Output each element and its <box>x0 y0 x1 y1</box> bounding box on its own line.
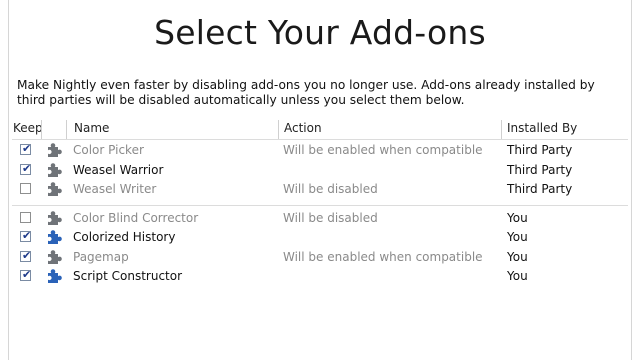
description-text: Make Nightly even faster by disabling ad… <box>17 78 595 107</box>
puzzle-icon <box>46 162 62 178</box>
keep-checkbox[interactable] <box>20 211 31 223</box>
addon-row[interactable]: ✔ Script Constructor You <box>0 267 640 286</box>
puzzle-icon <box>46 181 62 197</box>
column-header-installed-by[interactable]: Installed By <box>507 121 577 138</box>
addon-row[interactable]: Color Blind Corrector Will be disabled You <box>0 209 640 228</box>
addon-name: Color Picker <box>73 143 144 157</box>
addon-installed-by: You <box>507 269 528 283</box>
keep-checkbox[interactable]: ✔ <box>20 248 32 262</box>
checkmark-icon: ✔ <box>22 142 32 155</box>
checkmark-icon: ✔ <box>22 268 32 281</box>
addon-installed-by: Third Party <box>507 143 573 157</box>
keep-checkbox[interactable]: ✔ <box>20 229 32 242</box>
header-divider <box>12 139 628 140</box>
group-divider <box>12 204 628 206</box>
column-divider <box>501 120 502 139</box>
page-title: Select Your Add-ons <box>154 13 486 52</box>
addon-installed-by: Third Party <box>507 182 573 196</box>
puzzle-icon <box>46 229 62 245</box>
addon-row[interactable]: ✔ Weasel Warrior Third Party <box>0 161 640 180</box>
addon-installed-by: You <box>507 249 528 264</box>
column-divider <box>41 120 42 139</box>
keep-checkbox[interactable]: ✔ <box>20 142 32 155</box>
column-divider <box>66 120 67 139</box>
keep-checkbox[interactable] <box>20 183 31 194</box>
addon-name: Pagemap <box>73 249 129 264</box>
addon-row[interactable]: ✔ Pagemap Will be enabled when compatible Y… <box>0 248 640 267</box>
puzzle-icon <box>46 210 62 226</box>
addon-action: Will be enabled when compatible <box>283 249 483 264</box>
column-header-keep[interactable]: Keep <box>13 121 43 138</box>
addon-row[interactable]: Weasel Writer Will be disabled Third Party <box>0 180 640 199</box>
addon-name: Weasel Warrior <box>73 162 164 177</box>
checkmark-icon: ✔ <box>22 248 32 262</box>
addon-name: Color Blind Corrector <box>73 210 199 225</box>
checkmark-icon: ✔ <box>22 161 32 175</box>
puzzle-icon <box>46 249 62 265</box>
column-header-action[interactable]: Action <box>284 121 322 138</box>
keep-checkbox[interactable]: ✔ <box>20 268 32 281</box>
addon-installed-by: Third Party <box>507 162 573 177</box>
puzzle-icon <box>46 142 62 158</box>
addon-action: Will be disabled <box>283 210 378 225</box>
addon-name: Script Constructor <box>73 269 183 283</box>
addon-name: Weasel Writer <box>73 182 157 196</box>
addon-row[interactable]: ✔ Colorized History You <box>0 228 640 247</box>
column-divider <box>278 120 279 139</box>
addon-action: Will be enabled when compatible <box>283 143 483 157</box>
puzzle-icon <box>46 268 62 284</box>
addon-row[interactable]: ✔ Color Picker Will be enabled when compat… <box>0 141 640 160</box>
checkmark-icon: ✔ <box>22 229 32 242</box>
column-header-name[interactable]: Name <box>74 121 109 138</box>
addon-name: Colorized History <box>73 230 176 244</box>
keep-checkbox[interactable]: ✔ <box>20 161 32 175</box>
addon-action: Will be disabled <box>283 182 378 196</box>
addon-installed-by: You <box>507 230 528 244</box>
addon-installed-by: You <box>507 210 528 225</box>
